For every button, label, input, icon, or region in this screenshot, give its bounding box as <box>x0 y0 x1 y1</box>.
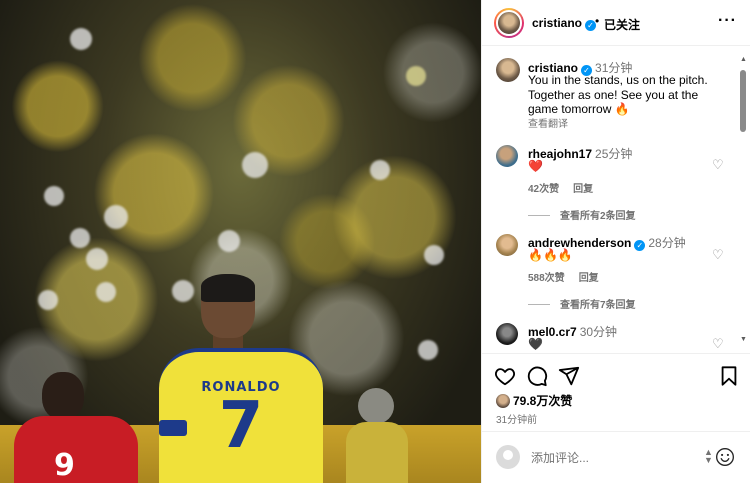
post-sidebar: cristiano ✓ • 已关注 ··· cristiano ✓ 31分钟 You … <box>481 0 750 483</box>
input-resize-arrows-icon: ▲ ▼ <box>704 447 713 465</box>
post-timestamp[interactable]: 31分钟前 <box>496 411 537 426</box>
bokeh-light <box>70 228 90 248</box>
bokeh-light <box>44 186 64 206</box>
action-bar: 79.8万次赞 31分钟前 <box>482 353 750 431</box>
comment-input[interactable] <box>531 447 701 469</box>
comment-avatar[interactable] <box>496 145 518 167</box>
separator-dot: • <box>595 14 600 28</box>
share-icon[interactable] <box>558 365 580 387</box>
divider-line <box>528 215 550 216</box>
scroll-up-arrow-icon[interactable]: ▲ <box>740 56 747 63</box>
bokeh-light <box>370 160 390 180</box>
comment-like-count[interactable]: 42次赞 <box>528 184 559 195</box>
bokeh-light <box>406 66 426 86</box>
bokeh-light <box>104 205 128 229</box>
divider-line <box>528 304 550 305</box>
comment-meta: 42次赞 回复 <box>528 180 607 195</box>
like-count[interactable]: 79.8万次赞 <box>496 392 572 409</box>
bookmark-icon[interactable] <box>718 365 740 387</box>
comment-heart-icon[interactable]: ♡ <box>712 336 724 352</box>
main-player: RONALDO 7 <box>155 274 327 483</box>
view-replies-link[interactable]: 查看所有7条回复 <box>528 296 636 311</box>
author-username[interactable]: cristiano ✓ <box>532 16 597 31</box>
post-image[interactable]: 9 RONALDO 7 <box>0 0 481 483</box>
author-avatar[interactable] <box>494 8 524 38</box>
heart-icon[interactable] <box>494 365 516 387</box>
comment-avatar[interactable] <box>496 323 518 345</box>
comment-text: ❤️ <box>528 159 543 173</box>
emoji-icon[interactable] <box>715 447 735 467</box>
current-user-avatar <box>496 445 520 469</box>
follow-status-button[interactable]: 已关注 <box>604 16 640 33</box>
bokeh-light <box>218 230 240 252</box>
bokeh-light <box>96 282 116 302</box>
captain-armband <box>159 420 187 436</box>
bokeh-light <box>424 245 444 265</box>
comment-time: 30分钟 <box>579 325 618 339</box>
scroll-down-arrow-icon[interactable]: ▼ <box>740 336 747 343</box>
comment-text: 🔥🔥🔥 <box>528 248 573 262</box>
reply-button[interactable]: 回复 <box>579 273 599 284</box>
reply-button[interactable]: 回复 <box>573 184 593 195</box>
caption-text: You in the stands, us on the pitch. Toge… <box>528 73 708 116</box>
bokeh-light <box>242 152 268 178</box>
bokeh-light <box>86 248 108 270</box>
caption-avatar[interactable] <box>496 58 520 82</box>
more-icon[interactable]: ··· <box>718 12 737 30</box>
comment-username: rheajohn17 25分钟 <box>528 147 633 161</box>
scroll-thumb[interactable] <box>740 70 746 132</box>
view-replies-link[interactable]: 查看所有2条回复 <box>528 207 636 222</box>
bystander-figure <box>344 388 410 483</box>
comment-heart-icon[interactable]: ♡ <box>712 157 724 173</box>
comment-icon[interactable] <box>526 365 548 387</box>
post-header: cristiano ✓ • 已关注 ··· <box>482 0 750 46</box>
verified-badge-icon: ✓ <box>634 240 646 251</box>
comments-scrollbar[interactable]: ▲ ▼ <box>739 52 747 350</box>
liker-avatar <box>496 394 510 408</box>
bokeh-light <box>38 290 58 310</box>
comment-text: 🖤 <box>528 337 543 351</box>
add-comment-bar: ▲▼ <box>482 431 750 483</box>
comment-heart-icon[interactable]: ♡ <box>712 247 724 263</box>
bokeh-light <box>70 28 92 50</box>
comments-list[interactable]: cristiano ✓ 31分钟 You in the stands, us on … <box>482 47 750 353</box>
bokeh-light <box>418 340 438 360</box>
opponent-jersey-number: 9 <box>54 448 75 483</box>
comment-avatar[interactable] <box>496 234 518 256</box>
opponent-player: 9 <box>10 372 140 483</box>
comment-meta: 588次赞 回复 <box>528 269 613 284</box>
comment-time: 28分钟 <box>648 236 686 250</box>
comment-time: 25分钟 <box>595 147 633 161</box>
comment-like-count[interactable]: 588次赞 <box>528 273 565 284</box>
see-translation-link[interactable]: 查看翻译 <box>528 115 568 130</box>
